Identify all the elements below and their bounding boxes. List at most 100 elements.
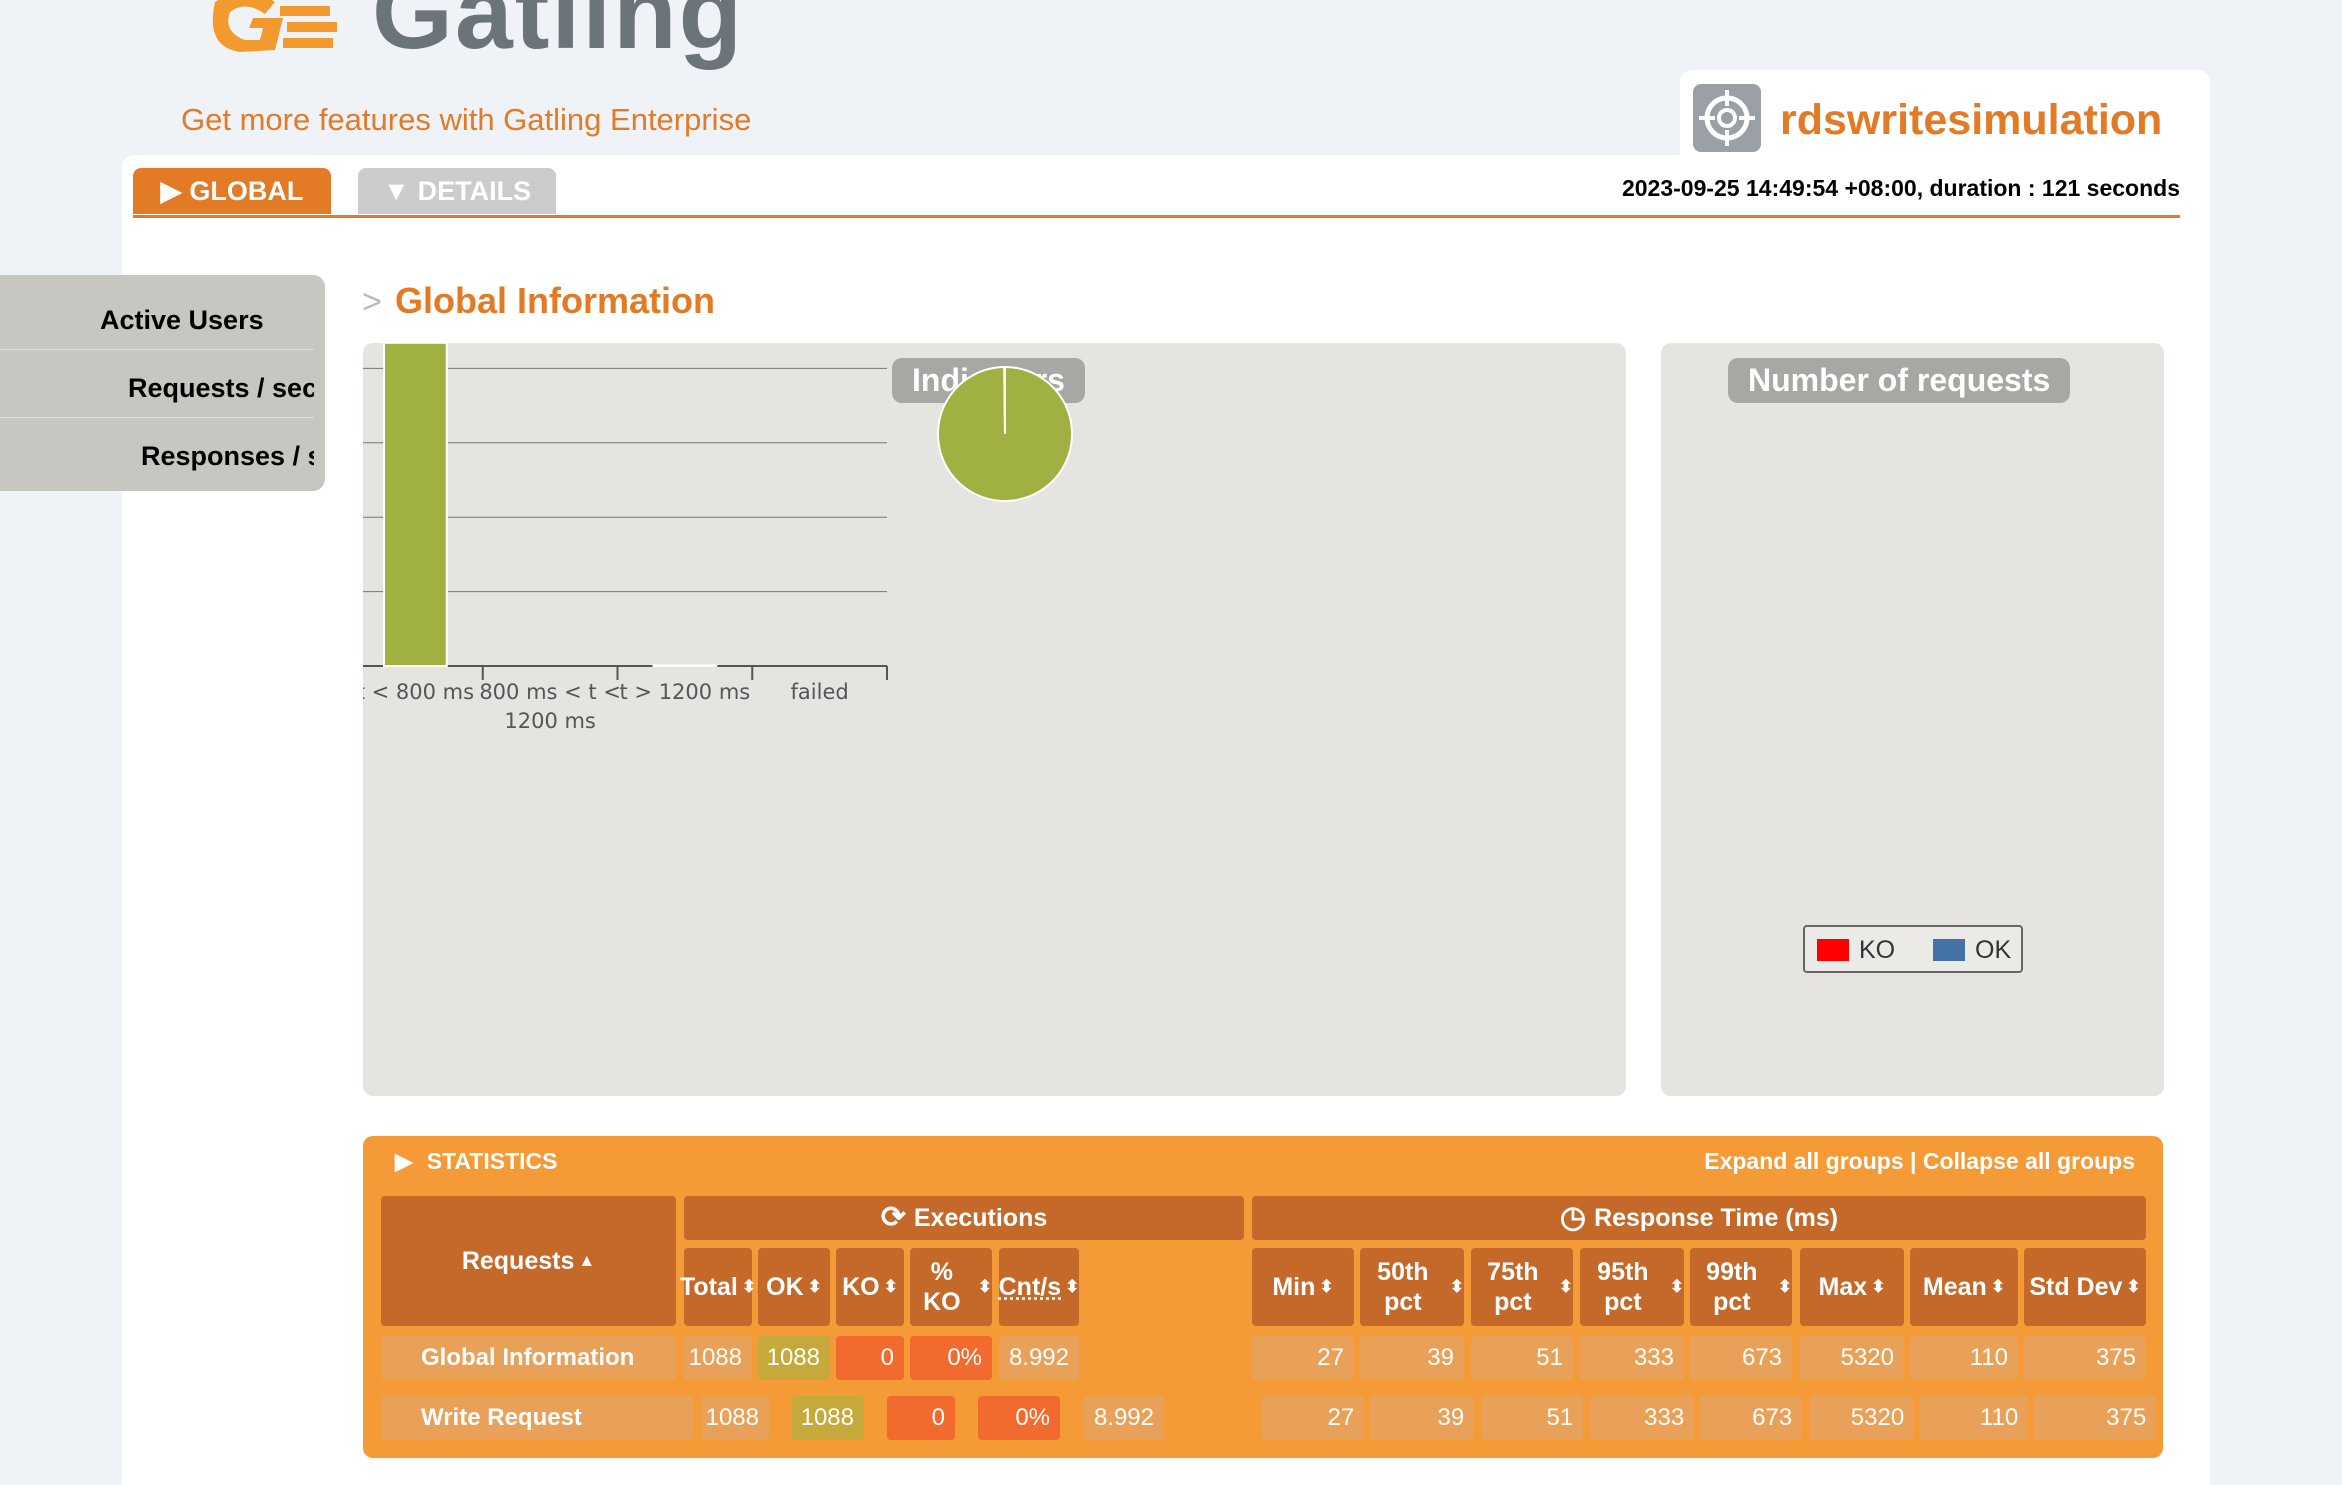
executions-label: Executions: [913, 1204, 1048, 1232]
x-tick-label: t < 800 ms: [363, 680, 474, 704]
column-header-label: Total: [679, 1273, 738, 1301]
column-header[interactable]: 95th pct ⬍: [1580, 1248, 1684, 1326]
row-name[interactable]: Write Request: [381, 1396, 693, 1440]
caret-right-icon: ▶: [160, 175, 182, 206]
column-header[interactable]: 50th pct ⬍: [1360, 1248, 1464, 1326]
column-header[interactable]: 75th pct ⬍: [1471, 1248, 1573, 1326]
sidebar-item-requests-per-sec[interactable]: Requests / sec: [0, 355, 314, 422]
statistics-toggle[interactable]: ▶ STATISTICS: [395, 1148, 557, 1175]
sort-icon: ⬍: [977, 1277, 992, 1296]
table-cell: 0%: [910, 1336, 992, 1380]
row-name[interactable]: Global Information: [381, 1336, 676, 1380]
column-header[interactable]: Max ⬍: [1800, 1248, 1904, 1326]
table-cell: 333: [1580, 1336, 1684, 1380]
link-separator: |: [1910, 1148, 1917, 1174]
statistics-label: STATISTICS: [426, 1148, 558, 1174]
column-header[interactable]: Mean ⬍: [1910, 1248, 2018, 1326]
table-cell: 375: [2034, 1396, 2157, 1440]
tab-global[interactable]: ▶ GLOBAL: [133, 168, 331, 214]
bar[interactable]: [652, 664, 718, 667]
table-cell: 673: [1690, 1336, 1792, 1380]
simulation-name: rdswritesimulation: [1780, 96, 2163, 144]
x-tick-label: failed: [791, 680, 849, 704]
sidebar-item-active-users[interactable]: Active Users: [0, 287, 314, 354]
table-cell: 0: [836, 1336, 904, 1380]
bar[interactable]: [383, 343, 448, 668]
column-header-label: 50th pct: [1377, 1258, 1429, 1316]
tab-global-label: GLOBAL: [189, 175, 304, 206]
table-cell: 39: [1360, 1336, 1464, 1380]
table-cell: 375: [2024, 1336, 2146, 1380]
column-header[interactable]: Cnt/s ⬍: [999, 1248, 1079, 1326]
table-cell: 51: [1471, 1336, 1573, 1380]
legend-swatch-ko: [1817, 939, 1849, 961]
gatling-logo-icon: [205, 0, 355, 62]
group-links: Expand all groups | Collapse all groups: [1600, 1148, 2135, 1175]
sidebar-item-responses-per-sec[interactable]: Responses / sec: [0, 423, 314, 490]
column-header[interactable]: KO ⬍: [836, 1248, 904, 1326]
sidebar: Active Users Requests / sec Responses / …: [0, 275, 325, 491]
response-time-label: Response Time (ms): [1594, 1204, 1839, 1232]
sidebar-divider: [0, 349, 314, 350]
section-caret-icon: >: [362, 283, 382, 321]
x-tick-label: 800 ms < t <: [479, 680, 621, 704]
target-icon: [1693, 84, 1761, 152]
section-title: Global Information: [395, 280, 715, 321]
table-cell: 27: [1262, 1396, 1365, 1440]
table-cell: 333: [1590, 1396, 1695, 1440]
indicators-chart: 025050075010001250Number of Requestst < …: [363, 343, 1073, 733]
enterprise-link[interactable]: Get more features with Gatling Enterpris…: [181, 102, 751, 138]
column-header-label: Std Dev: [2029, 1273, 2123, 1301]
table-cell: 0%: [978, 1396, 1060, 1440]
table-cell: 8.992: [1084, 1396, 1164, 1440]
legend-label-ko[interactable]: KO: [1859, 936, 1895, 965]
column-header-label: KO: [842, 1273, 880, 1301]
sort-icon: ⬍: [1990, 1277, 2006, 1296]
column-header-label: Min: [1272, 1273, 1316, 1301]
column-header-label: 99th pct: [1706, 1258, 1758, 1316]
column-header[interactable]: 99th pct ⬍: [1690, 1248, 1792, 1326]
sidebar-divider: [0, 417, 314, 418]
sort-icon: ⬍: [883, 1277, 898, 1296]
column-header-label: Max: [1818, 1273, 1868, 1301]
collapse-all-groups-link[interactable]: Collapse all groups: [1923, 1148, 2135, 1174]
clock-icon: ◷: [1559, 1201, 1587, 1234]
column-header-label: % KO: [923, 1258, 961, 1316]
table-cell: 1088: [758, 1336, 830, 1380]
gatling-logo-text: Gatling: [372, 0, 745, 71]
column-header[interactable]: Total ⬍: [680, 1248, 756, 1326]
table-cell: 27: [1252, 1336, 1354, 1380]
caret-right-icon: ▶: [395, 1148, 413, 1174]
table-cell: 51: [1481, 1396, 1584, 1440]
table-cell: 110: [1910, 1336, 2018, 1380]
column-header[interactable]: Min ⬍: [1252, 1248, 1354, 1326]
table-cell: 0: [887, 1396, 955, 1440]
legend-swatch-ok: [1933, 939, 1965, 961]
sort-icon: ⬍: [807, 1277, 822, 1296]
caret-down-icon: ▼: [382, 175, 410, 206]
legend-label-ok[interactable]: OK: [1975, 936, 2011, 965]
column-header-label: Mean: [1922, 1273, 1987, 1301]
requests-column-header[interactable]: Requests ▲: [381, 1196, 676, 1326]
expand-all-groups-link[interactable]: Expand all groups: [1704, 1148, 1903, 1174]
table-cell: 1088: [701, 1396, 769, 1440]
run-timestamp: 2023-09-25 14:49:54 +08:00, duration : 1…: [1621, 175, 2180, 201]
table-cell: 1088: [684, 1336, 752, 1380]
pie-slice[interactable]: [1003, 365, 1006, 435]
column-header[interactable]: Std Dev ⬍: [2024, 1248, 2146, 1326]
sidebar-item-label: Active Users: [100, 305, 264, 335]
sort-icon: ⬍: [1449, 1277, 1464, 1296]
sort-icon: ⬍: [1558, 1277, 1573, 1296]
sort-icon: ⬍: [741, 1277, 757, 1296]
executions-group-header: ⟳ Executions: [684, 1196, 1244, 1240]
table-cell: 1088: [792, 1396, 864, 1440]
sort-asc-icon: ▲: [578, 1251, 596, 1270]
requests-header-label: Requests: [461, 1247, 575, 1275]
tab-details[interactable]: ▼ DETAILS: [358, 168, 556, 214]
column-header[interactable]: % KO ⬍: [910, 1248, 992, 1326]
sort-icon: ⬍: [1777, 1277, 1792, 1296]
tab-divider: [133, 215, 2180, 218]
requests-legend: KO OK: [1803, 925, 2023, 973]
table-cell: 8.992: [999, 1336, 1079, 1380]
column-header[interactable]: OK ⬍: [758, 1248, 830, 1326]
